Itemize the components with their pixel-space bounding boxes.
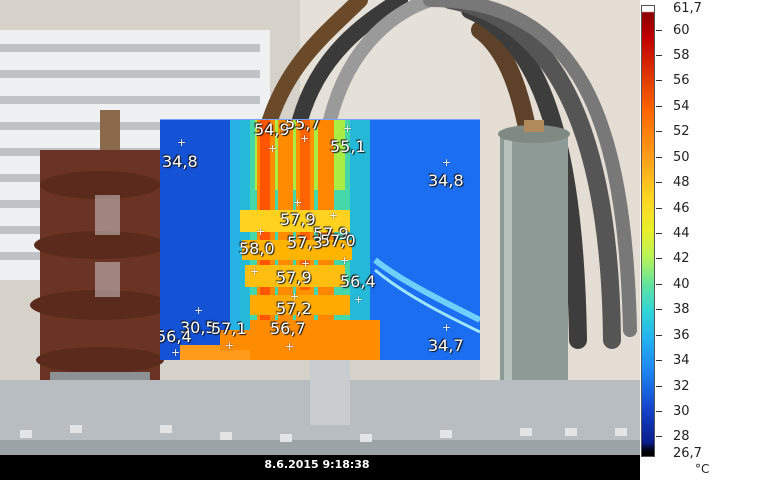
insulator	[30, 110, 170, 400]
scale-tick-label: 48	[673, 175, 690, 190]
scale-tick	[656, 309, 662, 310]
temperature-label: 57,9	[276, 268, 312, 287]
temperature-label: 57,0	[320, 231, 356, 250]
spot-marker: +	[343, 122, 353, 135]
scale-tick-label: 58	[673, 48, 690, 63]
spot-marker: +	[300, 132, 310, 145]
temperature-label: 55,1	[330, 137, 366, 156]
scale-tick-label: 60	[673, 23, 690, 38]
scale-tick	[656, 386, 662, 387]
scale-tick	[656, 106, 662, 107]
scale-tick-label: 44	[673, 226, 690, 241]
temperature-label: 58,0	[239, 239, 275, 258]
scale-tick	[656, 258, 662, 259]
scale-tick-label: 56	[673, 73, 690, 88]
thermal-overlay: + + + + + + + + + + + + + + + + + + 54,9…	[160, 119, 480, 360]
temperature-label: 34,8	[428, 171, 464, 190]
scale-tick-label: 28	[673, 429, 690, 444]
scale-tick	[656, 335, 662, 336]
spot-marker: +	[250, 265, 260, 278]
status-bar: 8.6.2015 9:18:38	[0, 455, 640, 480]
scale-tick-label: 52	[673, 124, 690, 139]
scale-max-label: 61,7	[673, 1, 702, 16]
scale-tick-label: 30	[673, 404, 690, 419]
scale-tick	[656, 233, 662, 234]
scale-tick	[656, 208, 662, 209]
scale-tick	[656, 182, 662, 183]
spot-marker: +	[177, 136, 187, 149]
scale-tick-label: 36	[673, 328, 690, 343]
temperature-label: 55,7	[285, 119, 321, 133]
bushing	[498, 120, 570, 425]
temperature-label: 34,8	[162, 152, 198, 171]
temperature-label: 56,4	[340, 272, 376, 291]
spot-marker: +	[285, 340, 295, 353]
scale-tick-label: 42	[673, 251, 690, 266]
spot-marker: +	[171, 346, 181, 359]
scale-tick-label: 50	[673, 150, 690, 165]
scale-tick	[656, 131, 662, 132]
scale-tick	[656, 55, 662, 56]
scale-tick	[656, 157, 662, 158]
scale-tick	[656, 411, 662, 412]
spot-marker: +	[194, 304, 204, 317]
spot-marker: +	[354, 293, 364, 306]
scale-tick-label: 34	[673, 353, 690, 368]
temperature-label: 57,2	[276, 299, 312, 318]
scale-unit-label: °C	[695, 462, 710, 476]
temperature-label: 57,9	[280, 210, 316, 229]
spot-marker: +	[340, 254, 350, 267]
scale-tick	[656, 80, 662, 81]
capture-timestamp: 8.6.2015 9:18:38	[264, 458, 370, 471]
spot-marker: +	[442, 321, 452, 334]
scale-tick-label: 54	[673, 99, 690, 114]
temperature-label: 56,4	[160, 327, 192, 346]
spot-marker: +	[256, 225, 266, 238]
scale-tick-label: 40	[673, 277, 690, 292]
spot-marker: +	[293, 196, 303, 209]
scale-tick-label: 38	[673, 302, 690, 317]
spot-marker: +	[225, 339, 235, 352]
camera-photo: + + + + + + + + + + + + + + + + + + 54,9…	[0, 0, 640, 455]
temperature-label: 34,7	[428, 336, 464, 355]
scale-tick	[656, 30, 662, 31]
temperature-label: 57,3	[287, 233, 323, 252]
scale-tick	[656, 360, 662, 361]
scale-tick-label: 32	[673, 379, 690, 394]
spot-marker: +	[329, 209, 339, 222]
spot-marker: +	[268, 142, 278, 155]
temperature-label: 56,7	[270, 319, 306, 338]
spot-marker: +	[442, 156, 452, 169]
scale-tick	[656, 436, 662, 437]
temperature-label: 57,1	[211, 319, 247, 338]
scale-min-label: 26,7	[673, 446, 702, 461]
color-scale-bar	[641, 5, 655, 457]
scale-tick-label: 46	[673, 201, 690, 216]
scale-tick	[656, 284, 662, 285]
